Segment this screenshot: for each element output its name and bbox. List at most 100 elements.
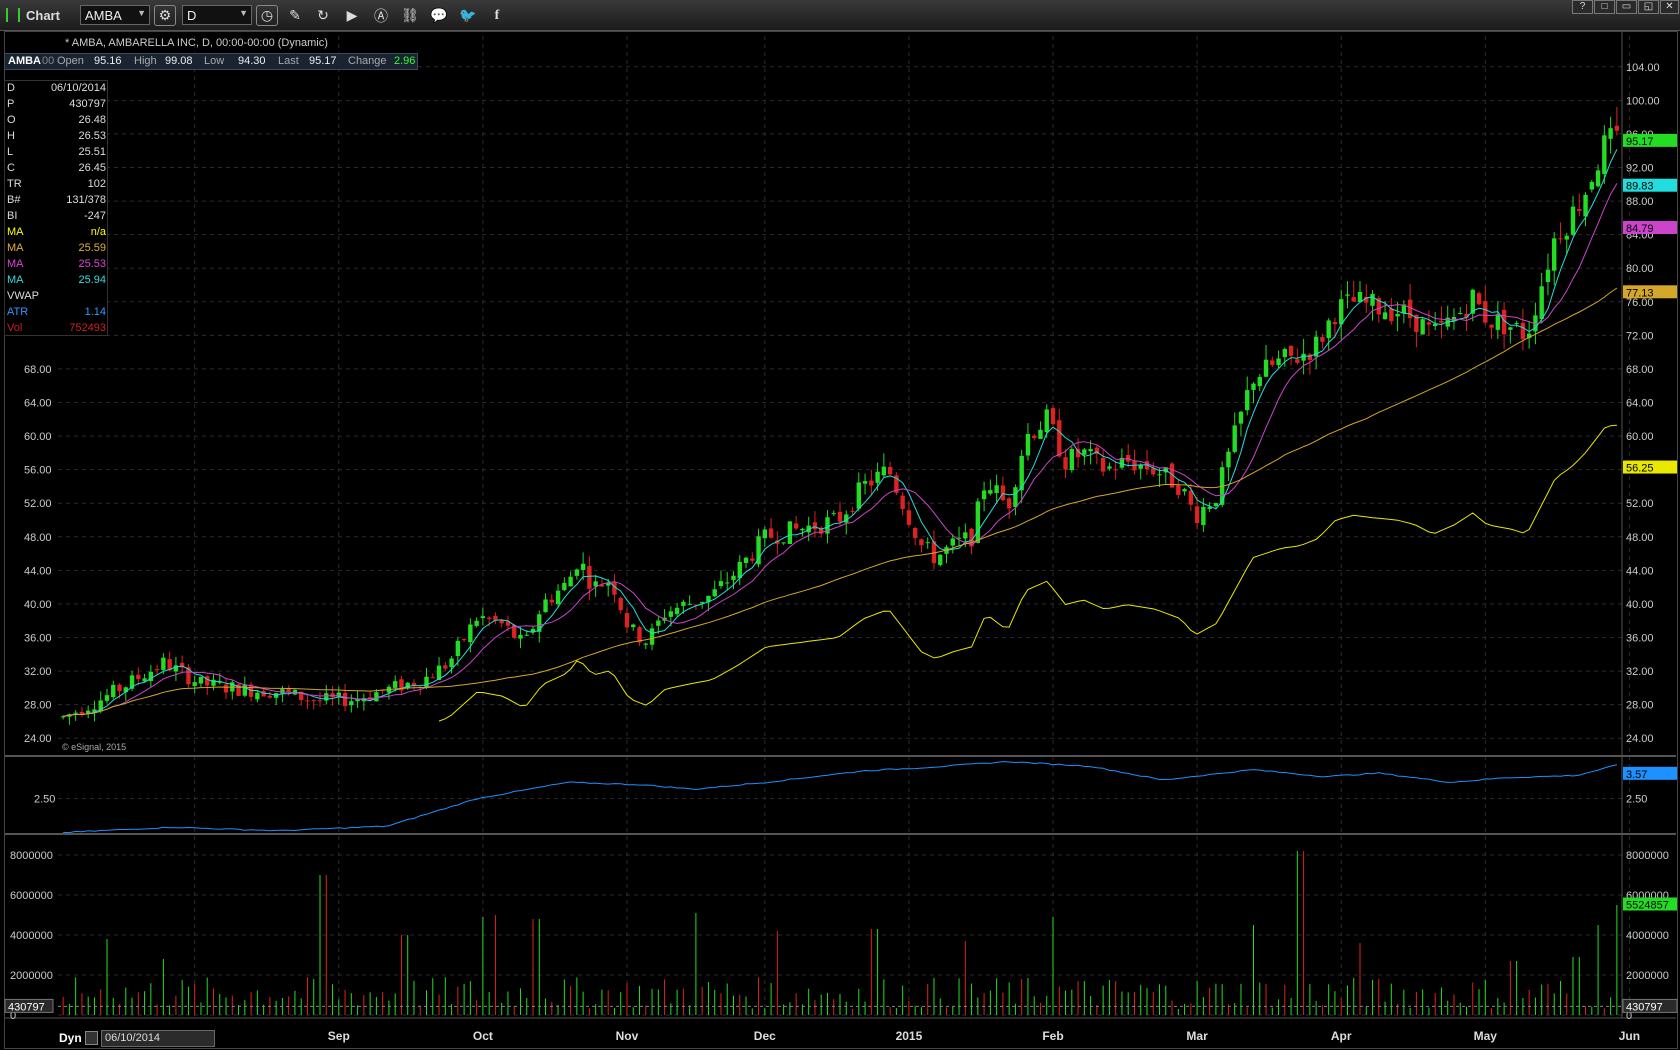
price-tick-label: 40.00 [1626, 599, 1654, 611]
candle-up [781, 542, 786, 544]
candle-up [1238, 411, 1244, 424]
candle-up [1251, 383, 1256, 390]
candle-down [1295, 359, 1300, 363]
candle-up [981, 490, 987, 500]
candle-up [1088, 449, 1093, 452]
candle-up [1038, 429, 1043, 439]
candle-up [1589, 181, 1594, 190]
value-badge-text: 89.83 [1626, 181, 1654, 193]
volume-tick-label-left: 2000000 [10, 970, 53, 982]
candle-down [768, 528, 774, 538]
candle-up [674, 607, 680, 614]
price-tick-label-left: 36.00 [24, 633, 52, 645]
month-tick-label: May [1474, 1029, 1498, 1043]
price-tick-label-left: 56.00 [24, 465, 52, 477]
candle-up [687, 603, 692, 605]
candle-down [750, 558, 755, 561]
cursor-row-value: 102 [87, 178, 106, 190]
cursor-row-value: 25.59 [78, 242, 106, 254]
open-label: Open [57, 55, 84, 67]
candle-down [1032, 435, 1037, 438]
candle-up [718, 581, 724, 587]
cursor-row-key: ATR [7, 306, 29, 318]
volume-tick-label-left: 4000000 [10, 930, 53, 942]
cursor-row-key: C [7, 162, 15, 174]
candle-up [743, 557, 749, 563]
price-tick-label-left: 68.00 [24, 364, 52, 376]
candle-up [994, 485, 999, 494]
candle-up [988, 490, 993, 494]
month-tick-label: Nov [616, 1029, 639, 1043]
candle-up [198, 676, 204, 684]
candle-down [1332, 321, 1338, 325]
axes: 104.00100.0096.0092.0088.0084.0080.0076.… [5, 32, 1676, 1043]
candle-up [1539, 286, 1544, 320]
value-badge-text: 3.57 [1626, 769, 1647, 781]
candle-down [549, 599, 554, 603]
candle-up [1370, 293, 1375, 306]
candle-down [900, 495, 905, 510]
candle-down [869, 480, 874, 486]
lock-icon[interactable] [85, 1031, 98, 1045]
candle-up [1257, 376, 1262, 387]
candle-up [725, 582, 730, 584]
candle-up [1226, 451, 1231, 468]
candle-up [1276, 358, 1281, 366]
candle-down [1288, 345, 1294, 356]
price-tick-label: 72.00 [1626, 330, 1654, 342]
volume-cursor-badge-text: 430797 [1626, 1001, 1663, 1013]
cursor-row: MA 25.53 [5, 257, 109, 273]
date-field[interactable]: 06/10/2014 [101, 1030, 215, 1047]
price-tick-label: 60.00 [1626, 431, 1654, 443]
candle-down [587, 566, 592, 589]
price-tick-label: 28.00 [1626, 700, 1654, 712]
candle-up [950, 538, 955, 546]
cursor-row-value: n/a [90, 226, 106, 238]
candle-up [1263, 359, 1269, 377]
cursor-row-key: MA [7, 274, 24, 286]
candle-up [543, 599, 548, 613]
price-tick-label: 44.00 [1626, 565, 1654, 577]
candle-up [468, 624, 473, 643]
month-tick-label: Oct [473, 1029, 493, 1043]
cursor-row-key: MA [7, 242, 24, 254]
chart-canvas[interactable]: 104.00100.0096.0092.0088.0084.0080.0076.… [0, 0, 1680, 1050]
candle-up [349, 701, 354, 706]
cursor-row-value: 752493 [69, 322, 106, 334]
price-tick-label-left: 32.00 [24, 666, 52, 678]
price-tick-label: 36.00 [1626, 633, 1654, 645]
candle-up [1595, 170, 1601, 187]
atr-line [63, 761, 1618, 834]
candle-down [624, 613, 630, 628]
price-axis-labels: 95.17 89.83 84.79 77.13 56.25 3.57 5524857 4307… [4, 133, 1678, 1013]
dynamic-mode-label[interactable]: Dyn [59, 1031, 82, 1045]
candle-up [800, 528, 805, 531]
volume-tick-label: 2000000 [1626, 970, 1669, 982]
candle-up [1201, 506, 1206, 526]
candle-up [1282, 348, 1288, 358]
price-tick-label-left: 64.00 [24, 398, 52, 410]
candle-down [1426, 322, 1432, 325]
candle-up [455, 640, 461, 657]
candle-up [1495, 314, 1501, 330]
candle-up [280, 689, 285, 694]
cursor-row-value: 25.53 [78, 258, 106, 270]
candle-up [712, 589, 717, 597]
candle-down [637, 627, 642, 643]
price-tick-label: 80.00 [1626, 263, 1654, 275]
candle-up [1044, 409, 1049, 433]
value-badge-text: 84.79 [1626, 223, 1654, 235]
candle-down [1270, 360, 1275, 365]
volume-cursor-badge-left-text: 430797 [8, 1001, 45, 1013]
price-tick-label: 104.00 [1626, 62, 1660, 74]
candle-up [392, 681, 398, 688]
chart-description: * AMBA, AMBARELLA INC, D, 00:00-00:00 (D… [65, 37, 328, 49]
last-value: 95.17 [309, 55, 337, 67]
price-tick-label: 32.00 [1626, 666, 1654, 678]
price-tick-label-left: 48.00 [24, 532, 52, 544]
candle-up [856, 482, 861, 509]
price-tick-label-left: 24.00 [24, 733, 52, 745]
candle-down [793, 523, 799, 529]
candle-up [875, 471, 880, 483]
candle-up [1025, 433, 1031, 456]
